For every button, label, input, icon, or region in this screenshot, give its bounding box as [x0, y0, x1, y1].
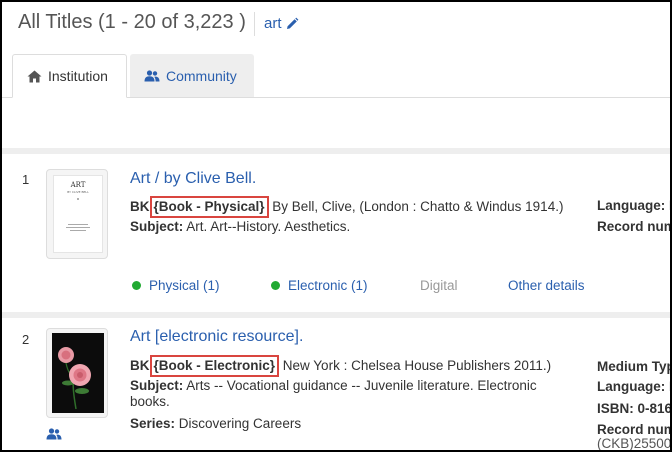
electronic-link[interactable]: Electronic (1) — [288, 278, 368, 293]
record-format-line: BK {Book - Electronic} New York : Chelsea… — [130, 355, 551, 377]
book-cover-image — [52, 333, 104, 413]
svg-text:ART: ART — [70, 181, 86, 189]
isbn-field: ISBN: 0-816 — [597, 401, 672, 416]
record-number: 1 — [22, 172, 30, 187]
record-format-line: BK {Book - Physical} By Bell, Clive, (Lon… — [130, 196, 563, 218]
book-cover-image: ART BY CLIVE BELL — [53, 175, 103, 253]
subject-text: Arts -- Vocational guidance -- Juvenile … — [183, 378, 537, 393]
record-series-line: Series: Discovering Careers — [130, 416, 301, 431]
record-number: 2 — [22, 332, 30, 347]
record-number-field: Record num — [597, 422, 672, 437]
page-title: All Titles (1 - 20 of 3,223 ) — [18, 11, 246, 33]
language-field: Language: E — [597, 198, 672, 213]
users-icon — [144, 69, 160, 81]
tab-community[interactable]: Community — [130, 54, 254, 97]
home-icon — [27, 70, 42, 82]
series-label: Series: — [130, 416, 176, 431]
record-subject-continuation: books. — [130, 394, 170, 409]
record-thumbnail[interactable]: ART BY CLIVE BELL — [46, 169, 108, 259]
search-term-label: art — [264, 15, 282, 32]
users-icon — [46, 428, 62, 440]
svg-text:BY CLIVE BELL: BY CLIVE BELL — [67, 190, 89, 194]
record-title-link[interactable]: Art / by Clive Bell. — [130, 170, 256, 188]
subject-label: Subject: — [130, 219, 184, 234]
community-indicator — [46, 427, 62, 445]
format-highlight: {Book - Physical} — [149, 196, 269, 218]
availability-electronic[interactable]: Electronic (1) — [271, 278, 368, 293]
record-thumbnail[interactable] — [46, 328, 108, 418]
series-text: Discovering Careers — [175, 416, 302, 431]
other-details-link[interactable]: Other details — [508, 278, 585, 293]
record-title-link[interactable]: Art [electronic resource]. — [130, 328, 303, 346]
title-separator — [254, 12, 255, 36]
publication-info: New York : Chelsea House Publishers 2011… — [279, 358, 552, 373]
format-highlight: {Book - Electronic} — [149, 355, 280, 377]
publication-info: By Bell, Clive, (London : Chatto & Windu… — [268, 199, 564, 214]
available-dot-icon — [271, 281, 280, 290]
type-prefix: BK — [130, 358, 150, 373]
medium-type-field: Medium Typ — [597, 359, 672, 374]
tab-institution[interactable]: Institution — [12, 54, 127, 98]
record-subject-line: Subject: Arts -- Vocational guidance -- … — [130, 378, 537, 393]
result-record: 2 Art [electronic resource]. BK {Book - … — [2, 318, 670, 450]
rose-cover-art — [58, 347, 91, 410]
language-field: Language: E — [597, 379, 672, 394]
physical-link[interactable]: Physical (1) — [149, 278, 220, 293]
subject-text: Art. Art--History. Aesthetics. — [183, 219, 351, 234]
tab-institution-label: Institution — [48, 68, 108, 84]
search-results-frame: All Titles (1 - 20 of 3,223 ) art Instit… — [0, 0, 672, 452]
availability-digital: Digital — [420, 278, 458, 293]
result-record: 1 ART BY CLIVE BELL Art / by Clive Bell.… — [2, 154, 670, 312]
record-number-field: Record num — [597, 219, 672, 234]
record-subject-line: Subject: Art. Art--History. Aesthetics. — [130, 219, 350, 234]
book-cover-art: ART BY CLIVE BELL — [66, 181, 90, 231]
search-term-link[interactable]: art — [264, 15, 299, 32]
record-number-value: (CKB)25500 — [597, 436, 672, 451]
available-dot-icon — [132, 281, 141, 290]
tab-community-label: Community — [166, 67, 237, 84]
type-prefix: BK — [130, 199, 150, 214]
other-details[interactable]: Other details — [508, 278, 585, 293]
availability-physical[interactable]: Physical (1) — [132, 278, 220, 293]
pencil-icon[interactable] — [285, 17, 299, 31]
subject-label: Subject: — [130, 378, 184, 393]
digital-label: Digital — [420, 278, 458, 293]
